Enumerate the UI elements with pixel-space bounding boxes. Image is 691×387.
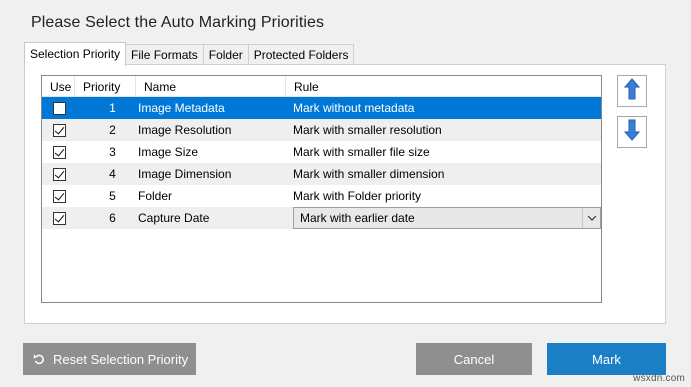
dialog-title: Please Select the Auto Marking Prioritie… (31, 14, 325, 31)
priority-cell: 3 (109, 145, 116, 159)
watermark: wsxdn.com (633, 373, 685, 384)
move-up-button[interactable] (617, 75, 647, 107)
rule-cell[interactable]: Mark with smaller file size (286, 141, 601, 163)
arrow-down-icon (623, 119, 641, 146)
name-cell: Image Dimension (138, 167, 232, 181)
priority-cell: 6 (109, 211, 116, 225)
tab-selection-priority[interactable]: Selection Priority (24, 42, 127, 66)
use-cell (42, 185, 75, 207)
name-cell: Image Resolution (138, 123, 232, 137)
table-row[interactable]: 3 Image Size Mark with smaller file size (42, 141, 601, 163)
table-row[interactable]: 2 Image Resolution Mark with smaller res… (42, 119, 601, 141)
use-checkbox[interactable] (52, 123, 66, 137)
rule-cell[interactable]: Mark with smaller resolution (286, 119, 601, 141)
rule-cell: Mark with earlier date (286, 207, 601, 229)
reset-button-label: Reset Selection Priority (53, 351, 189, 367)
rule-dropdown-value: Mark with earlier date (300, 211, 415, 225)
use-cell (42, 97, 75, 119)
use-cell (42, 207, 75, 229)
rule-cell[interactable]: Mark with Folder priority (286, 185, 601, 207)
rule-dropdown[interactable]: Mark with earlier date (293, 207, 601, 229)
tab-panel: Use Priority Name Rule 1 Image Metadata … (24, 64, 666, 324)
column-header-rule[interactable]: Rule (286, 76, 601, 97)
table-row[interactable]: 5 Folder Mark with Folder priority (42, 185, 601, 207)
undo-icon (33, 353, 45, 365)
use-cell (42, 141, 75, 163)
column-header-priority[interactable]: Priority (75, 76, 136, 97)
use-checkbox[interactable] (52, 189, 66, 203)
reset-selection-priority-button[interactable]: Reset Selection Priority (23, 343, 196, 375)
cancel-button[interactable]: Cancel (416, 343, 532, 375)
grid-header: Use Priority Name Rule (42, 76, 601, 97)
tab-folder[interactable]: Folder (203, 44, 249, 65)
column-header-name[interactable]: Name (136, 76, 286, 97)
name-cell: Folder (138, 189, 173, 203)
use-checkbox[interactable] (52, 101, 66, 115)
priority-cell: 1 (109, 101, 116, 115)
use-cell (42, 119, 75, 141)
use-cell (42, 163, 75, 185)
name-cell: Image Metadata (138, 101, 225, 115)
priority-cell: 5 (109, 189, 116, 203)
table-row[interactable]: 6 Capture Date Mark with earlier date (42, 207, 601, 229)
tab-protected-folders[interactable]: Protected Folders (248, 44, 355, 65)
mark-button[interactable]: Mark (547, 343, 666, 375)
priority-cell: 4 (109, 167, 116, 181)
column-header-use[interactable]: Use (42, 76, 75, 97)
name-cell: Capture Date (138, 211, 210, 225)
arrow-up-icon (623, 77, 641, 105)
priority-grid: Use Priority Name Rule 1 Image Metadata … (41, 75, 602, 303)
table-row[interactable]: 4 Image Dimension Mark with smaller dime… (42, 163, 601, 185)
table-row[interactable]: 1 Image Metadata Mark without metadata (42, 97, 601, 119)
rule-cell[interactable]: Mark with smaller dimension (286, 163, 601, 185)
priority-cell: 2 (109, 123, 116, 137)
rule-cell[interactable]: Mark without metadata (286, 97, 601, 119)
use-checkbox[interactable] (52, 145, 66, 159)
move-down-button[interactable] (617, 116, 647, 148)
tab-bar: Selection Priority File Formats Folder P… (24, 42, 355, 66)
name-cell: Image Size (138, 145, 199, 159)
chevron-down-icon[interactable] (582, 208, 600, 228)
use-checkbox[interactable] (52, 167, 66, 181)
tab-file-formats[interactable]: File Formats (126, 44, 204, 65)
use-checkbox[interactable] (52, 211, 66, 225)
